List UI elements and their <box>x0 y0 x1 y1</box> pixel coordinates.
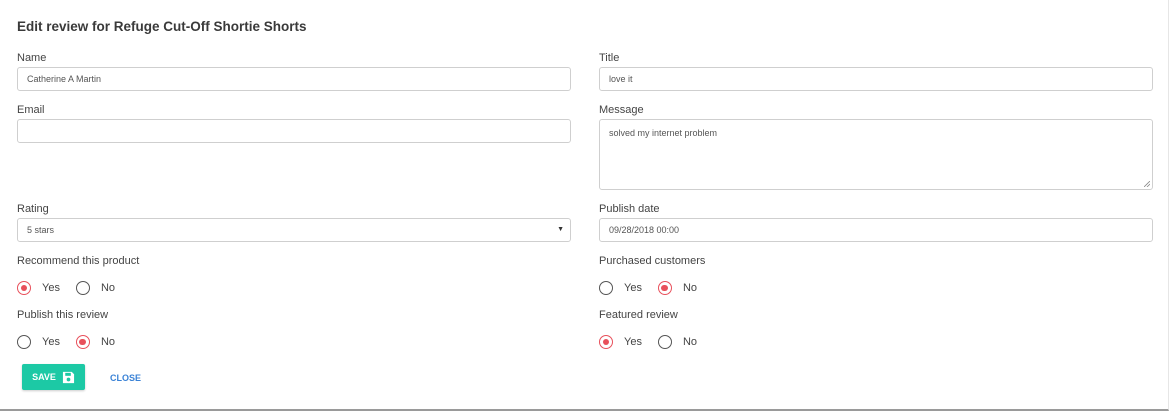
featured-label: Featured review <box>599 309 678 321</box>
recommend-radio-group: Yes No <box>17 281 115 295</box>
email-input[interactable] <box>17 119 571 143</box>
title-input[interactable]: love it <box>599 67 1153 91</box>
message-textarea[interactable]: solved my internet problem <box>599 119 1153 190</box>
featured-no-label[interactable]: No <box>683 336 697 348</box>
message-value: solved my internet problem <box>609 128 718 138</box>
purchased-yes-label[interactable]: Yes <box>624 282 642 294</box>
purchased-radio-group: Yes No <box>599 281 697 295</box>
rating-select[interactable]: 5 stars ▼ <box>17 218 571 242</box>
publish-no-radio[interactable] <box>75 335 90 349</box>
recommend-label: Recommend this product <box>17 255 140 267</box>
dialog-title: Edit review for Refuge Cut-Off Shortie S… <box>17 19 307 34</box>
publish-date-value: 09/28/2018 00:00 <box>609 225 680 235</box>
title-label: Title <box>599 52 620 64</box>
save-button-label: SAVE <box>32 372 56 382</box>
featured-radio-group: Yes No <box>599 335 697 349</box>
close-button[interactable]: CLOSE <box>110 373 141 383</box>
recommend-yes-radio[interactable] <box>17 281 31 295</box>
recommend-yes-label[interactable]: Yes <box>42 282 60 294</box>
publish-label: Publish this review <box>17 309 109 321</box>
email-label: Email <box>17 104 45 116</box>
publish-no-label[interactable]: No <box>101 336 115 348</box>
featured-yes-label[interactable]: Yes <box>624 336 642 348</box>
recommend-no-radio[interactable] <box>75 281 90 295</box>
rating-label: Rating <box>17 203 49 215</box>
resize-handle-icon[interactable] <box>1144 181 1150 187</box>
purchased-yes-radio[interactable] <box>599 281 613 295</box>
chevron-down-icon: ▼ <box>557 226 564 233</box>
publish-radio-group: Yes No <box>17 335 115 349</box>
purchased-no-label[interactable]: No <box>683 282 697 294</box>
publish-date-label: Publish date <box>599 203 660 215</box>
recommend-no-label[interactable]: No <box>101 282 115 294</box>
message-label: Message <box>599 104 644 116</box>
publish-yes-label[interactable]: Yes <box>42 336 60 348</box>
name-label: Name <box>17 52 47 64</box>
title-value: love it <box>609 74 633 84</box>
purchased-no-radio[interactable] <box>657 281 672 295</box>
publish-date-input[interactable]: 09/28/2018 00:00 <box>599 218 1153 242</box>
purchased-label: Purchased customers <box>599 255 706 267</box>
edit-review-dialog: Edit review for Refuge Cut-Off Shortie S… <box>0 0 1169 411</box>
featured-no-radio[interactable] <box>657 335 672 349</box>
name-input[interactable]: Catherine A Martin <box>17 67 571 91</box>
floppy-disk-icon <box>62 371 74 383</box>
name-value: Catherine A Martin <box>27 74 102 84</box>
publish-yes-radio[interactable] <box>17 335 31 349</box>
featured-yes-radio[interactable] <box>599 335 613 349</box>
save-button[interactable]: SAVE <box>22 364 85 390</box>
rating-value: 5 stars <box>27 225 55 235</box>
